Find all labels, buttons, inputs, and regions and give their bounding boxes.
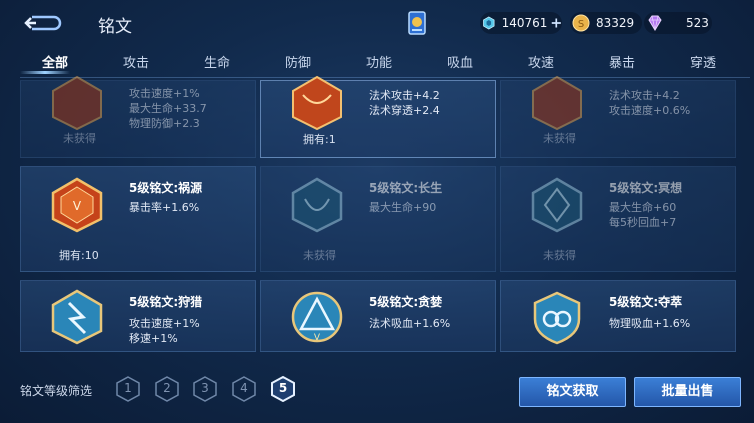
inscription-plunder-badge-icon — [533, 291, 581, 345]
level-5-label: 5 — [278, 381, 288, 395]
inscription-stat: 攻击速度+1% — [129, 87, 200, 100]
inscription-stat: 物理防御+2.3 — [129, 117, 200, 130]
inscription-stat: 法术穿透+2.4 — [369, 104, 440, 117]
tab-defense[interactable]: 防御 — [263, 52, 333, 71]
inscription-name: 5级铭文:冥想 — [609, 181, 683, 195]
tab-attack-speed[interactable]: 攻速 — [506, 52, 576, 71]
tab-utility[interactable]: 功能 — [344, 52, 414, 71]
inscription-card[interactable]: 5级铭文:冥想 最大生命+60 每5秒回血+7 未获得 — [500, 166, 736, 272]
inscription-card[interactable]: V 5级铭文:祸源 暴击率+1.6% 拥有:10 — [20, 166, 256, 272]
currency-diamond: 523 — [644, 12, 712, 34]
inscription-stat: 暴击率+1.6% — [129, 201, 200, 214]
add-gem-icon[interactable] — [551, 16, 562, 30]
diamond-amount: 523 — [686, 16, 709, 30]
inscription-calamity-badge-icon: V — [51, 177, 103, 233]
inscription-stat: 物理吸血+1.6% — [609, 317, 691, 330]
inscription-meditation-badge-icon — [531, 177, 583, 233]
tab-health[interactable]: 生命 — [182, 52, 252, 71]
inscription-greed-badge-icon: V — [291, 291, 343, 343]
level-3-label: 3 — [201, 381, 209, 395]
gem-amount: 140761 — [501, 16, 548, 30]
inscription-card[interactable]: 5级铭文:长生 最大生命+90 未获得 — [260, 166, 496, 272]
inscription-stat: 攻击速度+0.6% — [609, 104, 691, 117]
level-2-label: 2 — [163, 381, 171, 395]
active-tab-indicator — [20, 71, 70, 74]
category-tabs: 全部 攻击 生命 防御 功能 吸血 攻速 暴击 穿透 — [0, 46, 754, 76]
bulk-sell-button[interactable]: 批量出售 — [634, 377, 741, 407]
inscription-name: 5级铭文:夺萃 — [609, 295, 683, 309]
back-arrow-icon[interactable] — [22, 12, 62, 34]
level-4-label: 4 — [240, 381, 248, 395]
inscription-codex-icon[interactable] — [404, 9, 430, 37]
inscription-hunt-badge-icon — [51, 289, 103, 345]
ownership-status: 拥有:1 — [303, 133, 336, 146]
inscription-red-badge-icon — [52, 75, 102, 131]
get-inscription-button[interactable]: 铭文获取 — [519, 377, 626, 407]
currency-gold: S 83329 — [570, 12, 642, 34]
inscription-stat: 每5秒回血+7 — [609, 216, 677, 229]
currency-gem: 140761 — [480, 12, 562, 34]
gem-currency-icon — [483, 16, 495, 30]
inscription-stat: 攻击速度+1% — [129, 317, 200, 330]
ownership-status: 未获得 — [303, 249, 336, 262]
level-1-label: 1 — [124, 381, 132, 395]
tab-all[interactable]: 全部 — [20, 52, 90, 71]
inscription-stat: 最大生命+33.7 — [129, 102, 207, 115]
tab-penetration[interactable]: 穿透 — [668, 52, 738, 71]
inscription-stat: 法术攻击+4.2 — [369, 89, 440, 102]
inscription-stat: 移速+1% — [129, 332, 178, 345]
gold-coin-icon: S — [572, 14, 590, 32]
svg-text:S: S — [578, 19, 584, 30]
inscription-name: 5级铭文:贪婪 — [369, 295, 443, 309]
ownership-status: 未获得 — [543, 132, 576, 145]
inscription-name: 5级铭文:长生 — [369, 181, 443, 195]
inscription-card[interactable]: 5级铭文:夺萃 物理吸血+1.6% — [500, 280, 736, 352]
inscription-name: 5级铭文:祸源 — [129, 181, 203, 195]
tab-critical[interactable]: 暴击 — [587, 52, 657, 71]
tab-attack[interactable]: 攻击 — [101, 52, 171, 71]
tab-divider — [20, 77, 750, 78]
ownership-status: 拥有:10 — [59, 249, 99, 262]
level-filter-label: 铭文等级筛选 — [20, 384, 93, 398]
inscription-longevity-badge-icon — [291, 177, 343, 233]
inscription-card[interactable]: 5级铭文:狩猎 攻击速度+1% 移速+1% — [20, 280, 256, 352]
svg-text:V: V — [73, 199, 82, 213]
inscription-card[interactable]: 法术攻击+4.2 攻击速度+0.6% 未获得 — [500, 75, 736, 158]
inscription-stat: 法术吸血+1.6% — [369, 317, 451, 330]
diamond-icon — [648, 15, 662, 31]
inscription-red-badge-icon — [532, 75, 582, 131]
inscription-card[interactable]: 攻击速度+1% 最大生命+33.7 物理防御+2.3 未获得 — [20, 75, 256, 158]
inscription-stat: 最大生命+90 — [369, 201, 437, 214]
page-title: 铭文 — [98, 17, 132, 37]
inscription-stat: 法术攻击+4.2 — [609, 89, 680, 102]
inscription-card[interactable]: 法术攻击+4.2 法术穿透+2.4 拥有:1 — [260, 75, 496, 158]
ownership-status: 未获得 — [543, 249, 576, 262]
inscription-stat: 最大生命+60 — [609, 201, 677, 214]
inscription-card[interactable]: V 5级铭文:贪婪 法术吸血+1.6% — [260, 280, 496, 352]
inscription-red-badge-icon — [292, 75, 342, 131]
tab-lifesteal[interactable]: 吸血 — [425, 52, 495, 71]
gold-amount: 83329 — [596, 16, 635, 30]
top-bar: 铭文 140761 S 83329 523 — [0, 0, 754, 46]
svg-text:V: V — [314, 333, 321, 343]
inscription-name: 5级铭文:狩猎 — [129, 295, 203, 309]
ownership-status: 未获得 — [63, 132, 96, 145]
